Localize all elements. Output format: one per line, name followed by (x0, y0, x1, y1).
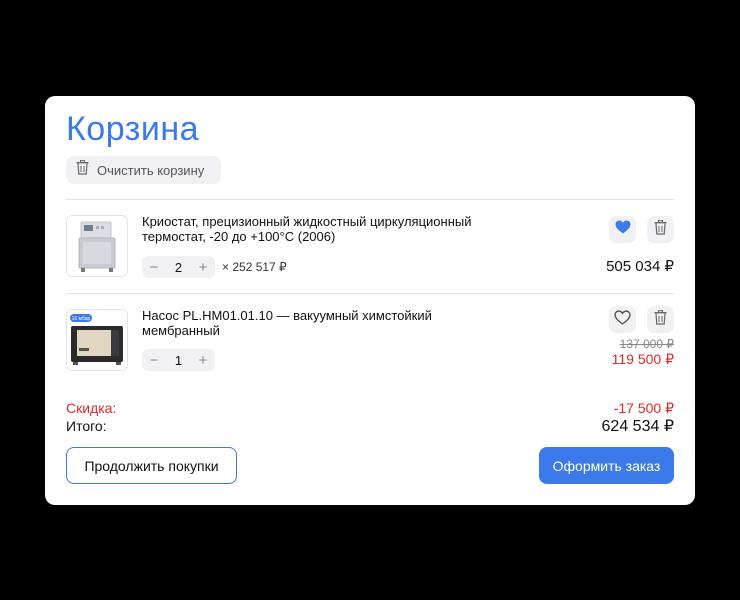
divider (66, 293, 674, 294)
favorite-button[interactable] (609, 306, 636, 333)
old-price: 137 000 ₽ (619, 337, 674, 351)
cart-item: 10 мбар Насос PL.HM01.01.10 — вакуумный … (66, 306, 674, 389)
trash-icon (76, 159, 89, 180)
total-label: Итого: (66, 418, 107, 434)
divider (66, 199, 674, 200)
quantity-value[interactable]: 1 (175, 353, 182, 368)
product-image[interactable] (66, 215, 128, 277)
clear-cart-button[interactable]: Очистить корзину (66, 156, 221, 184)
discount-label: Скидка: (66, 400, 117, 416)
clear-cart-label: Очистить корзину (97, 162, 205, 178)
checkout-button[interactable]: Оформить заказ (539, 447, 674, 484)
product-badge: 10 мбар (72, 316, 91, 322)
minus-icon[interactable]: − (148, 259, 160, 276)
page-title: Корзина (66, 110, 200, 148)
total-value: 624 534 ₽ (601, 418, 674, 435)
discount-value: -17 500 ₽ (613, 400, 674, 416)
plus-icon[interactable]: + (197, 259, 209, 276)
continue-shopping-button[interactable]: Продолжить покупки (66, 447, 237, 484)
quantity-stepper: − 1 + (142, 349, 215, 371)
plus-icon[interactable]: + (197, 352, 209, 369)
remove-item-button[interactable] (647, 216, 674, 243)
remove-item-button[interactable] (647, 306, 674, 333)
product-image[interactable]: 10 мбар (66, 309, 128, 371)
quantity-stepper: − 2 + (142, 256, 215, 278)
product-name[interactable]: Насос PL.HM01.01.10 — вакуумный химстойк… (142, 308, 472, 338)
trash-icon (654, 219, 667, 240)
item-total: 505 034 ₽ (606, 258, 674, 275)
cart-panel: Корзина Очистить корзину Криостат, преци… (45, 96, 695, 505)
discount-price: 119 500 ₽ (611, 351, 674, 367)
unit-price: × 252 517 ₽ (222, 260, 287, 274)
cart-item: Криостат, прецизионный жидкостный циркул… (66, 214, 674, 295)
quantity-value[interactable]: 2 (175, 260, 182, 275)
minus-icon[interactable]: − (148, 352, 160, 369)
heart-filled-icon (615, 220, 631, 239)
trash-icon (654, 309, 667, 330)
product-name[interactable]: Криостат, прецизионный жидкостный циркул… (142, 214, 522, 244)
favorite-button[interactable] (609, 216, 636, 243)
heart-outline-icon (614, 309, 631, 330)
